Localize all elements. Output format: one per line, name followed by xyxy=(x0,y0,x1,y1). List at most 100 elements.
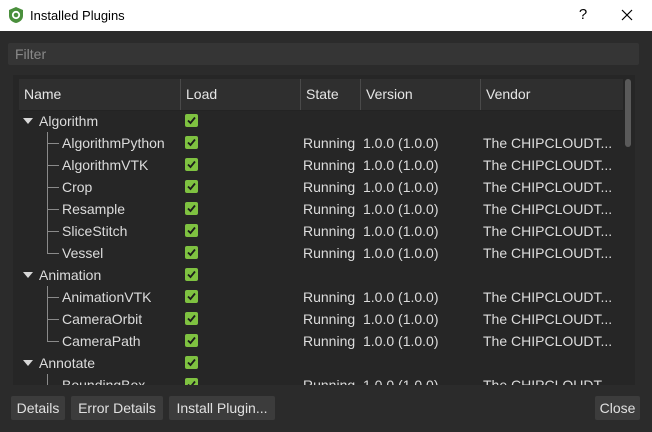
tree-row[interactable]: BoundingBox Running 1.0.0 (1.0.0) The CHIPC… xyxy=(19,374,623,385)
row-version: 1.0.0 (1.0.0) xyxy=(363,377,439,385)
checkmark-icon xyxy=(187,138,196,147)
tree-row[interactable]: SliceStitch Running 1.0.0 (1.0.0) The CHIPC… xyxy=(19,220,623,242)
load-checkbox[interactable] xyxy=(185,246,198,259)
checkmark-icon xyxy=(187,182,196,191)
tree-branch-line xyxy=(47,319,59,320)
tree-branch-line xyxy=(47,374,48,385)
checkmark-icon xyxy=(187,314,196,323)
row-name: AlgorithmVTK xyxy=(62,157,149,173)
load-checkbox[interactable] xyxy=(185,312,198,325)
row-name: CameraPath xyxy=(62,333,141,349)
row-version: 1.0.0 (1.0.0) xyxy=(363,333,439,349)
row-vendor: The CHIPCLOUDT... xyxy=(483,245,613,261)
title-bar: Installed Plugins ? xyxy=(0,0,652,31)
expand-arrow-icon[interactable] xyxy=(23,360,33,366)
row-state: Running xyxy=(303,157,356,173)
row-name: Algorithm xyxy=(39,113,99,129)
load-checkbox[interactable] xyxy=(185,378,198,385)
tree-branch-line xyxy=(47,209,59,210)
row-name: AnimationVTK xyxy=(62,289,152,305)
tree-row[interactable]: Algorithm xyxy=(19,110,623,132)
help-button[interactable]: ? xyxy=(572,4,594,26)
load-checkbox[interactable] xyxy=(185,290,198,303)
checkmark-icon xyxy=(187,380,196,385)
row-name: AlgorithmPython xyxy=(62,135,165,151)
row-name: Vessel xyxy=(62,245,104,261)
row-vendor: The CHIPCLOUDT... xyxy=(483,289,613,305)
row-vendor: The CHIPCLOUDT... xyxy=(483,333,613,349)
tree-row[interactable]: Vessel Running 1.0.0 (1.0.0) The CHIPCLOUDT… xyxy=(19,242,623,264)
checkmark-icon xyxy=(187,116,196,125)
column-header-vendor[interactable]: Vendor xyxy=(481,79,623,110)
tree-branch-line xyxy=(47,165,59,166)
column-header-load[interactable]: Load xyxy=(181,79,301,110)
tree-branch-line xyxy=(47,297,59,298)
vertical-scrollbar[interactable] xyxy=(625,79,631,379)
load-checkbox[interactable] xyxy=(185,158,198,171)
filter-input[interactable] xyxy=(8,43,639,65)
row-name: Crop xyxy=(62,179,93,195)
tree-row[interactable]: Annotate xyxy=(19,352,623,374)
tree-branch-line xyxy=(47,242,48,253)
checkmark-icon xyxy=(187,248,196,257)
load-checkbox[interactable] xyxy=(185,268,198,281)
load-checkbox[interactable] xyxy=(185,224,198,237)
tree-row[interactable]: AlgorithmVTK Running 1.0.0 (1.0.0) The CHIP… xyxy=(19,154,623,176)
column-header-name[interactable]: Name xyxy=(19,79,181,110)
app-shield-icon xyxy=(9,7,23,23)
scrollbar-thumb[interactable] xyxy=(625,79,631,147)
row-version: 1.0.0 (1.0.0) xyxy=(363,135,439,151)
row-version: 1.0.0 (1.0.0) xyxy=(363,223,439,239)
close-icon xyxy=(621,9,633,21)
details-button[interactable]: Details xyxy=(11,396,65,420)
load-checkbox[interactable] xyxy=(185,202,198,215)
row-state: Running xyxy=(303,333,356,349)
error-details-button[interactable]: Error Details xyxy=(71,396,163,420)
tree-branch-line xyxy=(47,253,59,254)
tree-row[interactable]: CameraOrbit Running 1.0.0 (1.0.0) The CHIPC… xyxy=(19,308,623,330)
load-checkbox[interactable] xyxy=(185,334,198,347)
checkmark-icon xyxy=(187,336,196,345)
row-vendor: The CHIPCLOUDT... xyxy=(483,157,613,173)
tree-row[interactable]: AnimationVTK Running 1.0.0 (1.0.0) The CHIP… xyxy=(19,286,623,308)
checkmark-icon xyxy=(187,226,196,235)
install-plugin-button[interactable]: Install Plugin... xyxy=(169,396,275,420)
row-state: Running xyxy=(303,179,356,195)
close-button[interactable]: Close xyxy=(595,396,640,420)
checkmark-icon xyxy=(187,204,196,213)
row-version: 1.0.0 (1.0.0) xyxy=(363,201,439,217)
load-checkbox[interactable] xyxy=(185,136,198,149)
tree-row[interactable]: Animation xyxy=(19,264,623,286)
row-version: 1.0.0 (1.0.0) xyxy=(363,179,439,195)
expand-arrow-icon[interactable] xyxy=(23,118,33,124)
load-checkbox[interactable] xyxy=(185,180,198,193)
close-window-button[interactable] xyxy=(614,4,640,26)
row-state: Running xyxy=(303,289,356,305)
window-title: Installed Plugins xyxy=(30,8,125,23)
checkmark-icon xyxy=(187,292,196,301)
tree-branch-line xyxy=(47,341,59,342)
plugin-tree[interactable]: Name Load State Version Vendor Algorithm… xyxy=(13,75,635,385)
tree-row[interactable]: Resample Running 1.0.0 (1.0.0) The CHIPCLOU… xyxy=(19,198,623,220)
tree-row[interactable]: CameraPath Running 1.0.0 (1.0.0) The CHIPCL… xyxy=(19,330,623,352)
row-version: 1.0.0 (1.0.0) xyxy=(363,245,439,261)
load-checkbox[interactable] xyxy=(185,114,198,127)
load-checkbox[interactable] xyxy=(185,356,198,369)
row-vendor: The CHIPCLOUDT... xyxy=(483,311,613,327)
row-name: Annotate xyxy=(39,355,96,371)
row-state: Running xyxy=(303,311,356,327)
row-name: CameraOrbit xyxy=(62,311,143,327)
row-version: 1.0.0 (1.0.0) xyxy=(363,157,439,173)
column-header-state[interactable]: State xyxy=(301,79,361,110)
tree-row[interactable]: Crop Running 1.0.0 (1.0.0) The CHIPCLOUDT..… xyxy=(19,176,623,198)
row-name: Resample xyxy=(62,201,126,217)
tree-row[interactable]: AlgorithmPython Running 1.0.0 (1.0.0) The C… xyxy=(19,132,623,154)
tree-header: Name Load State Version Vendor xyxy=(19,79,623,111)
column-header-version[interactable]: Version xyxy=(361,79,481,110)
expand-arrow-icon[interactable] xyxy=(23,272,33,278)
row-state: Running xyxy=(303,135,356,151)
row-vendor: The CHIPCLOUDT... xyxy=(483,223,613,239)
row-state: Running xyxy=(303,201,356,217)
row-state: Running xyxy=(303,223,356,239)
row-version: 1.0.0 (1.0.0) xyxy=(363,311,439,327)
